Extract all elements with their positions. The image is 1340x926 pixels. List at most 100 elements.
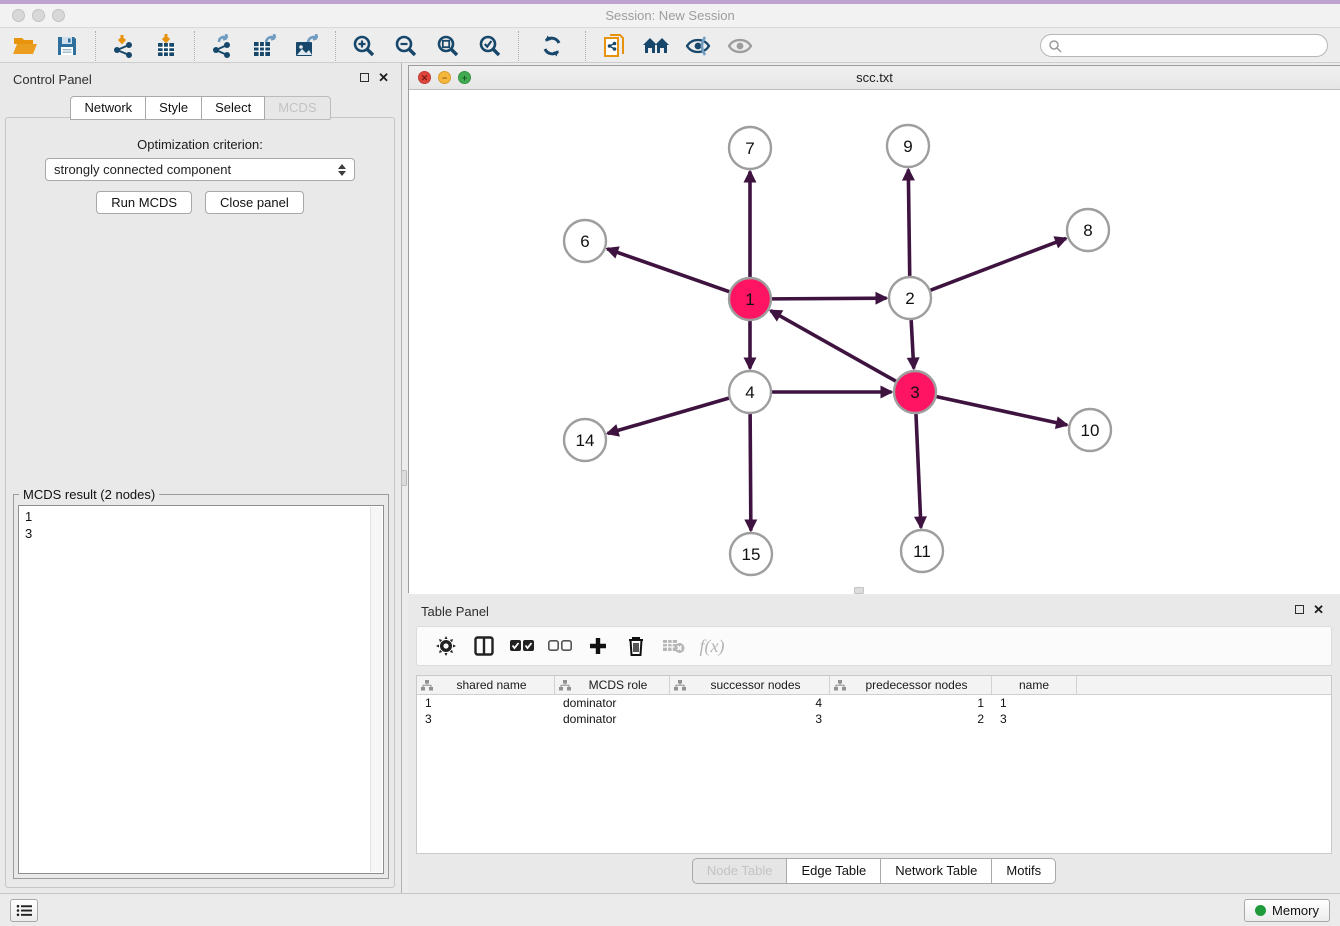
mcds-result-title: MCDS result (2 nodes)	[19, 487, 159, 502]
search-field[interactable]	[1040, 34, 1328, 57]
toolbar-separator	[518, 31, 519, 61]
graph-node-15[interactable]: 15	[730, 533, 772, 575]
graph-node-3[interactable]: 3	[894, 371, 936, 413]
window-title: Session: New Session	[0, 4, 1340, 28]
add-column-icon[interactable]	[579, 630, 617, 662]
status-bar: Memory	[0, 893, 1340, 926]
svg-text:7: 7	[745, 139, 754, 158]
graph-node-10[interactable]: 10	[1069, 409, 1111, 451]
import-network-icon[interactable]	[103, 30, 145, 62]
task-history-button[interactable]	[10, 899, 38, 922]
column-header-shared-name[interactable]: shared name	[417, 676, 555, 694]
table-cell[interactable]: dominator	[555, 711, 670, 727]
hide-panel-eye-icon[interactable]	[677, 30, 719, 62]
graph-node-7[interactable]: 7	[729, 127, 771, 169]
graph-edge-4-14[interactable]	[608, 398, 729, 433]
tab-edge-table[interactable]: Edge Table	[787, 858, 881, 884]
graph-node-2[interactable]: 2	[889, 277, 931, 319]
settings-gear-icon[interactable]	[427, 630, 465, 662]
column-header-MCDS-role[interactable]: MCDS role	[555, 676, 670, 694]
zoom-fit-icon[interactable]	[427, 30, 469, 62]
tab-select[interactable]: Select	[202, 96, 265, 120]
delete-column-icon[interactable]	[617, 630, 655, 662]
tab-node-table[interactable]: Node Table	[692, 858, 788, 884]
graph-node-9[interactable]: 9	[887, 125, 929, 167]
zoom-selected-icon[interactable]	[469, 30, 511, 62]
export-image-icon[interactable]	[286, 30, 328, 62]
save-session-icon[interactable]	[46, 30, 88, 62]
tab-network-table[interactable]: Network Table	[881, 858, 992, 884]
graph-edge-2-9[interactable]	[908, 169, 909, 276]
open-session-icon[interactable]	[4, 30, 46, 62]
column-header-name[interactable]: name	[992, 676, 1077, 694]
graph-edge-1-2[interactable]	[772, 298, 887, 299]
zoom-out-icon[interactable]	[385, 30, 427, 62]
table-cell[interactable]: 3	[670, 711, 830, 727]
tab-network[interactable]: Network	[70, 96, 146, 120]
mcds-result-textarea[interactable]: 13	[18, 505, 384, 874]
tab-mcds[interactable]: MCDS	[265, 96, 330, 120]
table-cell[interactable]: 1	[417, 695, 555, 711]
result-scrollbar[interactable]	[370, 507, 382, 872]
graph-edge-1-6[interactable]	[607, 249, 729, 292]
graph-node-8[interactable]: 8	[1067, 209, 1109, 251]
network-window-titlebar[interactable]: ✕ − + scc.txt	[409, 66, 1340, 90]
column-header-successor-nodes[interactable]: successor nodes	[670, 676, 830, 694]
graph-edge-4-15[interactable]	[750, 414, 751, 531]
column-header-predecessor-nodes[interactable]: predecessor nodes	[830, 676, 992, 694]
table-cell[interactable]: 1	[992, 695, 1077, 711]
network-canvas[interactable]: 7 9 6 8 1 2 4 3 14 10 15 11	[409, 90, 1340, 594]
graph-node-11[interactable]: 11	[901, 530, 943, 572]
table-toolbar: f(x)	[416, 626, 1332, 666]
float-panel-icon[interactable]	[360, 73, 369, 82]
table-cell[interactable]: 4	[670, 695, 830, 711]
float-table-panel-icon[interactable]	[1295, 605, 1304, 614]
tab-style[interactable]: Style	[146, 96, 202, 120]
table-cell[interactable]: dominator	[555, 695, 670, 711]
table-row[interactable]: 3dominator323	[417, 711, 1331, 727]
canvas-scrollbar-thumb[interactable]	[854, 587, 864, 594]
graph-edge-3-1[interactable]	[770, 311, 895, 382]
home-icon[interactable]	[635, 30, 677, 62]
tab-motifs[interactable]: Motifs	[992, 858, 1056, 884]
graph-edge-3-11[interactable]	[916, 414, 921, 528]
graph-edge-2-3[interactable]	[911, 320, 914, 369]
zoom-in-icon[interactable]	[343, 30, 385, 62]
close-table-panel-icon[interactable]: ✕	[1313, 604, 1324, 615]
table-row[interactable]: 1dominator411	[417, 695, 1331, 711]
graph-edge-2-8[interactable]	[931, 238, 1066, 290]
search-input[interactable]	[1062, 37, 1327, 55]
function-builder-icon[interactable]: f(x)	[693, 630, 731, 662]
close-panel-button[interactable]: Close panel	[205, 191, 304, 214]
graph-node-6[interactable]: 6	[564, 220, 606, 262]
deselect-all-icon[interactable]	[541, 630, 579, 662]
graph-edge-3-10[interactable]	[936, 397, 1067, 425]
splitter-handle-vertical[interactable]	[401, 470, 407, 486]
optimization-criterion-select[interactable]: strongly connected component	[45, 158, 355, 181]
svg-text:1: 1	[745, 290, 754, 309]
toolbar-separator	[335, 31, 336, 61]
toolbar-separator	[194, 31, 195, 61]
export-table-icon[interactable]	[244, 30, 286, 62]
import-table-icon[interactable]	[145, 30, 187, 62]
run-mcds-button[interactable]: Run MCDS	[96, 191, 192, 214]
toolbar-separator	[95, 31, 96, 61]
column-mode-icon[interactable]	[465, 630, 503, 662]
table-cell[interactable]: 2	[830, 711, 992, 727]
graph-node-4[interactable]: 4	[729, 371, 771, 413]
clone-network-icon[interactable]	[593, 30, 635, 62]
export-network-icon[interactable]	[202, 30, 244, 62]
graph-node-1[interactable]: 1	[729, 278, 771, 320]
memory-button[interactable]: Memory	[1244, 899, 1330, 922]
select-all-icon[interactable]	[503, 630, 541, 662]
delete-table-icon[interactable]	[655, 630, 693, 662]
table-cell[interactable]: 1	[830, 695, 992, 711]
refresh-icon[interactable]	[526, 30, 578, 62]
graph-node-14[interactable]: 14	[564, 419, 606, 461]
table-panel-title: Table Panel	[421, 604, 489, 619]
show-panel-eye-icon[interactable]	[719, 30, 761, 62]
table-cell[interactable]: 3	[417, 711, 555, 727]
table-header-row: shared nameMCDS rolesuccessor nodesprede…	[417, 676, 1331, 695]
close-panel-icon[interactable]: ✕	[378, 72, 389, 83]
table-cell[interactable]: 3	[992, 711, 1077, 727]
